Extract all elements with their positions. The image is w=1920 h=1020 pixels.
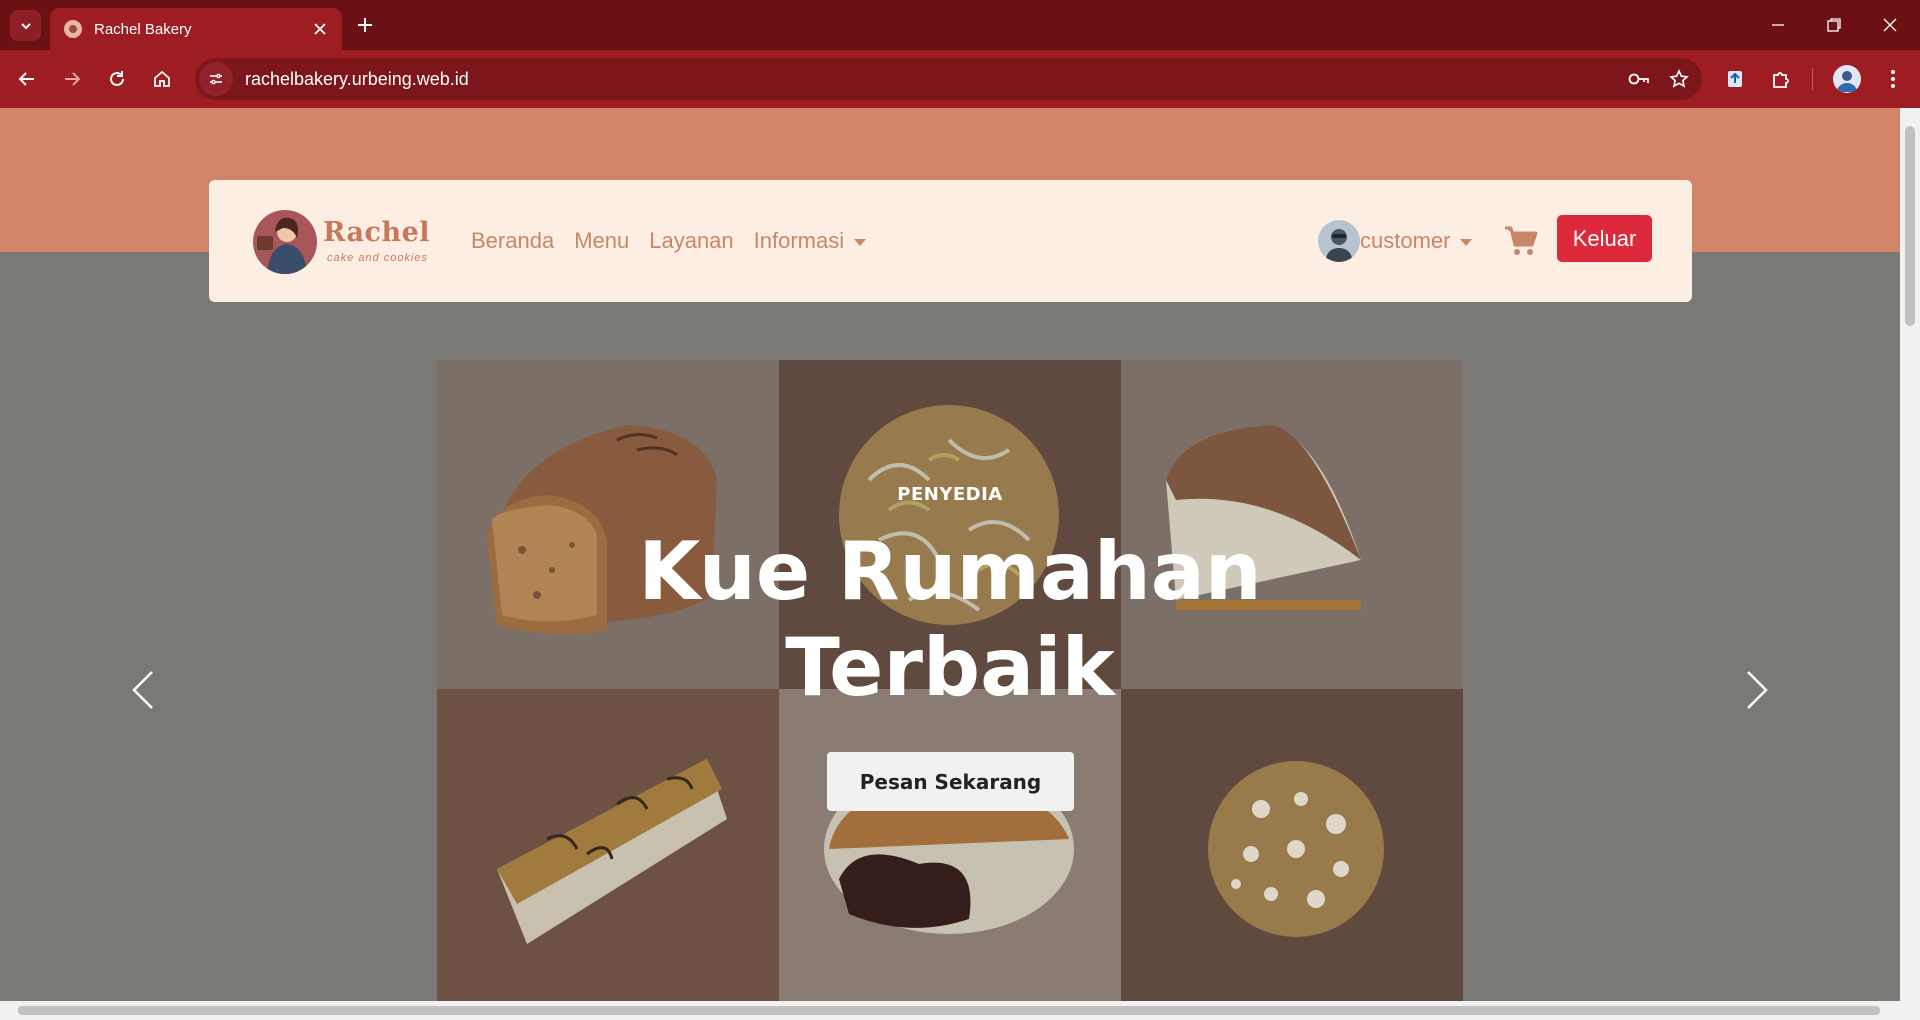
hero-title: Kue Rumahan Terbaik [0,524,1900,716]
user-name: customer [1360,228,1451,253]
profile-button[interactable] [1833,65,1861,93]
user-avatar [1318,220,1360,262]
back-icon [18,72,34,86]
restore-button[interactable] [1814,8,1854,42]
vertical-scroll-thumb[interactable] [1905,126,1915,326]
logout-button[interactable]: Keluar [1557,215,1652,262]
tab-search-button[interactable] [10,10,41,41]
reload-button[interactable] [100,62,134,96]
forward-icon [65,72,81,86]
user-dropdown[interactable]: customer [1318,220,1473,262]
cart-icon[interactable] [1504,225,1538,257]
browser-menu-button[interactable] [1876,62,1910,96]
page-viewport: Rachel cake and cookies Beranda Menu Lay… [0,108,1900,1001]
vertical-scrollbar[interactable] [1900,108,1920,1001]
caret-down-icon [1460,238,1473,246]
brand-name: Rachel [323,217,431,248]
puzzle-icon [1773,72,1789,88]
toolbar-divider [1812,68,1813,90]
brand-logo[interactable]: Rachel cake and cookies [253,210,435,274]
tab-list-icon [20,22,31,29]
nav-link-beranda[interactable]: Beranda [471,228,554,254]
cookie-illustration [1121,689,1463,1001]
chevron-left-icon[interactable] [128,668,158,712]
order-now-button[interactable]: Pesan Sekarang [827,752,1074,811]
url-text: rachelbakery.urbeing.web.id [245,68,469,89]
hero-title-line-2: Terbaik [785,621,1115,714]
new-tab-button[interactable] [352,12,378,38]
browser-toolbar: rachelbakery.urbeing.web.id [0,50,1920,108]
horizontal-scrollbar[interactable] [0,1001,1920,1020]
extensions-menu-button[interactable] [1764,62,1798,96]
site-info-button[interactable] [199,62,233,96]
reload-icon [110,71,124,86]
chevron-right-icon[interactable] [1742,668,1772,712]
nav-link-menu[interactable]: Menu [574,228,629,254]
active-tab[interactable]: Rachel Bakery [50,8,342,50]
nav-link-layanan[interactable]: Layanan [649,228,733,254]
filled-pastry-illustration [779,689,1121,1001]
forward-button[interactable] [55,62,89,96]
browser-tab-strip: Rachel Bakery [0,0,1920,50]
user-name-wrap: customer [1360,228,1473,254]
extension-pin-icon [1728,71,1742,87]
kebab-menu-icon [1891,70,1895,88]
nav-link-informasi-label: Informasi [753,228,845,253]
nav-links: Beranda Menu Layanan Informasi [471,228,867,254]
key-icon [1628,73,1649,85]
hero-title-line-1: Kue Rumahan [638,525,1262,618]
extension-button[interactable] [1718,62,1752,96]
close-window-button[interactable] [1870,8,1910,42]
site-info-icon [210,73,222,85]
tab-close-button[interactable] [308,17,332,41]
home-button[interactable] [145,62,179,96]
window-close-icon [1883,18,1897,32]
caret-down-icon [854,238,867,246]
minimize-button[interactable] [1758,8,1798,42]
address-bar[interactable]: rachelbakery.urbeing.web.id [195,58,1702,100]
horizontal-scroll-thumb[interactable] [18,1006,1880,1015]
site-navbar: Rachel cake and cookies Beranda Menu Lay… [209,180,1692,302]
favicon [64,20,82,38]
brand-badge [253,210,317,274]
cake-bar-illustration [437,689,779,1001]
plus-icon [358,18,372,32]
password-button[interactable] [1622,62,1656,96]
hero-eyebrow: PENYEDIA [897,484,1003,505]
restore-icon [1827,18,1841,32]
bookmark-button[interactable] [1662,62,1696,96]
tab-title: Rachel Bakery [94,20,192,38]
minimize-icon [1772,24,1784,26]
profile-icon [1837,71,1857,92]
brand-tagline: cake and cookies [327,252,428,264]
close-icon [314,23,326,35]
nav-dropdown-informasi[interactable]: Informasi [753,228,867,254]
back-button[interactable] [10,62,44,96]
star-icon [1669,69,1689,88]
home-icon [154,70,170,87]
